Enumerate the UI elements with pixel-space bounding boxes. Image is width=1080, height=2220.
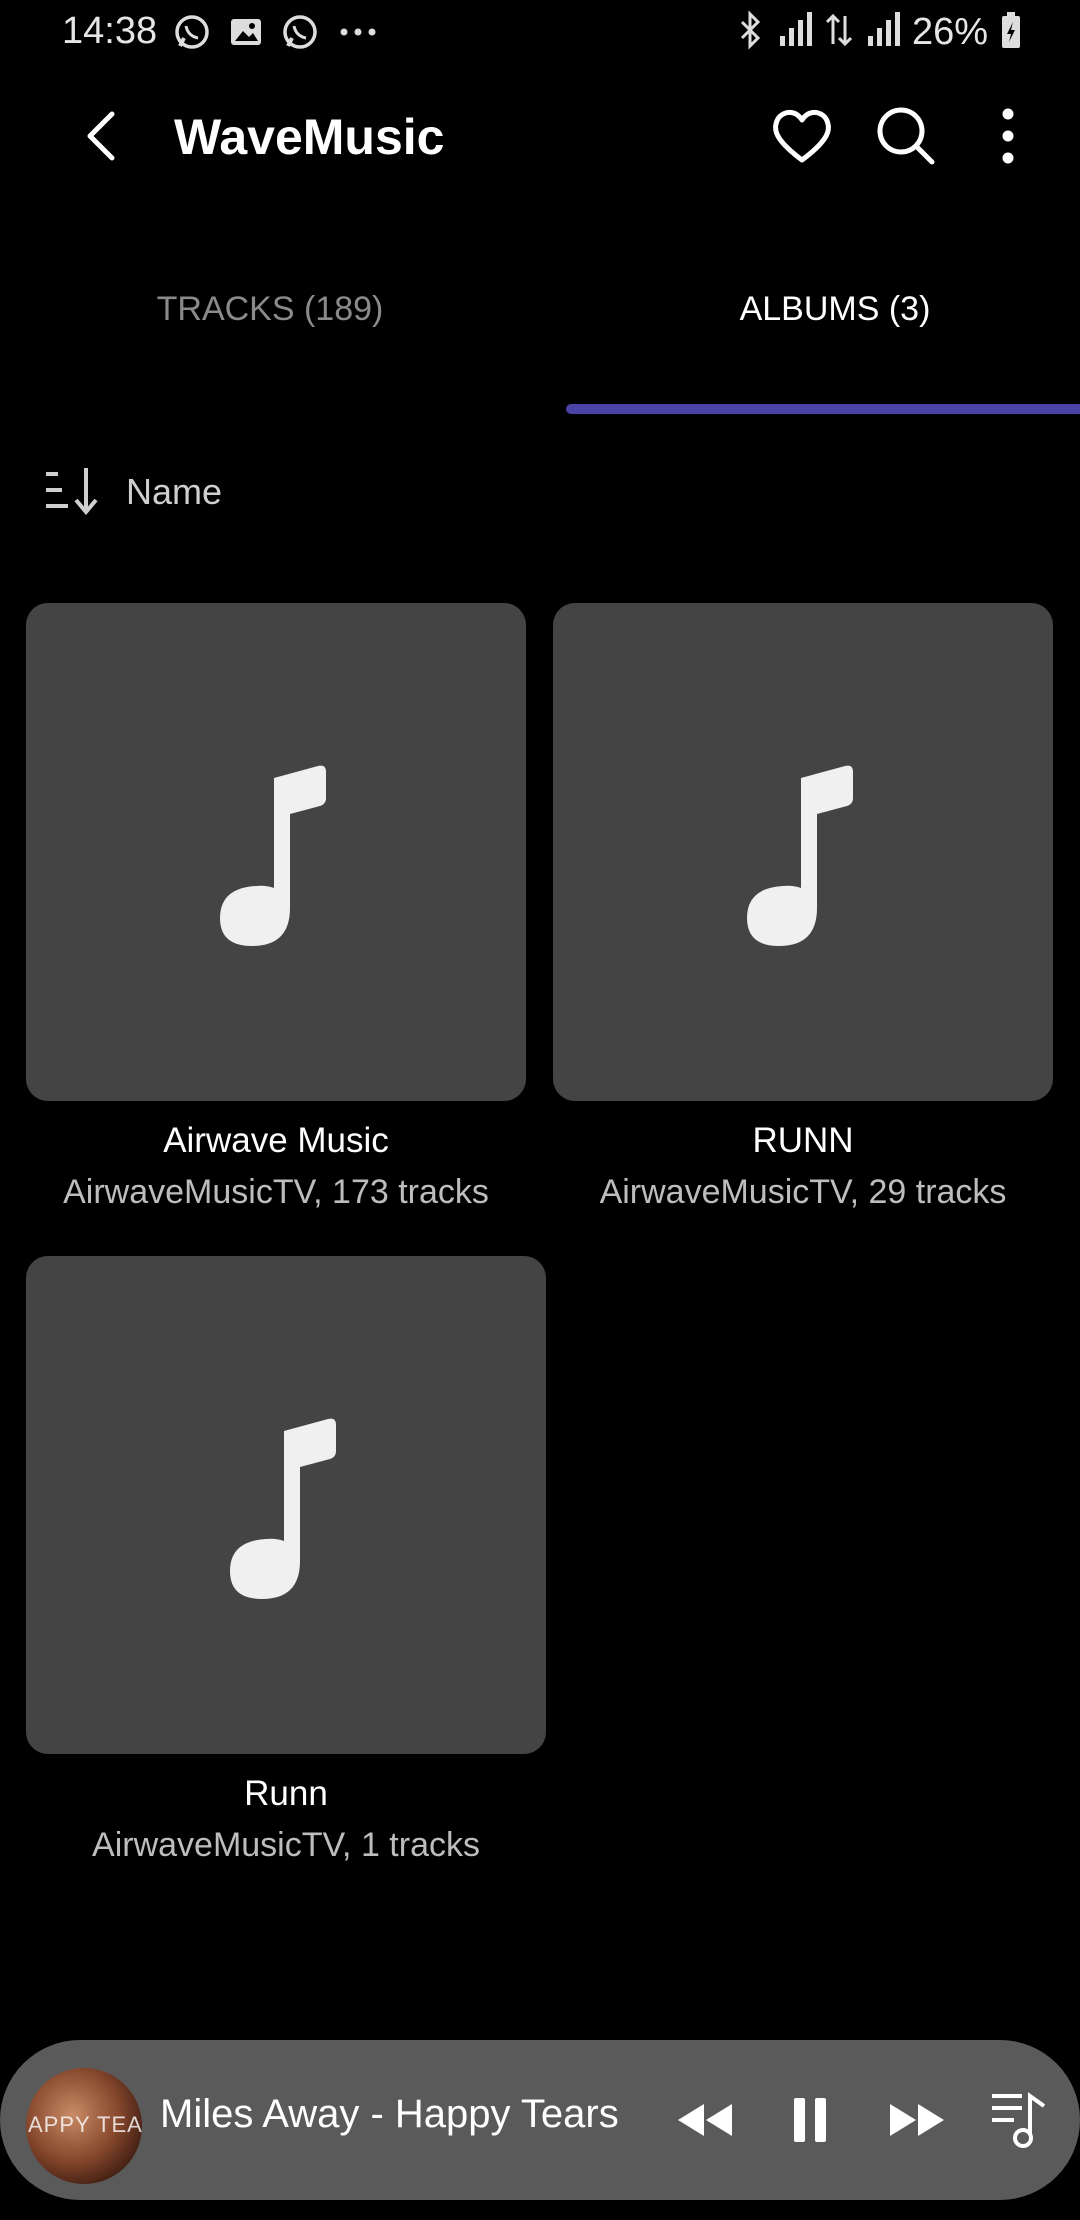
tab-albums[interactable]: ALBUMS (3) <box>540 290 1080 329</box>
album-card[interactable]: RUNN AirwaveMusicTV, 29 tracks <box>553 603 1053 1223</box>
now-playing-title[interactable]: Miles Away - Happy Tears <box>160 2092 619 2137</box>
bluetooth-icon <box>736 10 766 55</box>
album-subtitle: AirwaveMusicTV, 173 tracks <box>63 1173 489 1211</box>
album-art <box>553 603 1053 1101</box>
more-vertical-icon[interactable] <box>988 102 1028 170</box>
sort-icon <box>42 462 100 523</box>
album-subtitle: AirwaveMusicTV, 1 tracks <box>92 1826 480 1864</box>
signal-icon <box>778 10 812 55</box>
image-icon <box>228 14 264 50</box>
whatsapp-icon <box>280 12 320 52</box>
mini-player[interactable]: APPY TEAR Miles Away - Happy Tears <box>0 2040 1080 2200</box>
sort-control[interactable]: Name <box>42 462 222 522</box>
album-card[interactable]: Airwave Music AirwaveMusicTV, 173 tracks <box>26 603 526 1223</box>
album-title: Airwave Music <box>163 1121 389 1160</box>
battery-charging-icon <box>1000 10 1022 55</box>
tab-tracks[interactable]: TRACKS (189) <box>0 290 540 329</box>
tab-indicator <box>566 404 1080 414</box>
queue-music-icon[interactable] <box>990 2084 1050 2157</box>
tab-bar: TRACKS (189) ALBUMS (3) <box>0 250 1080 414</box>
album-art <box>26 1256 546 1754</box>
battery-percent: 26% <box>911 11 988 53</box>
album-subtitle: AirwaveMusicTV, 29 tracks <box>599 1173 1007 1211</box>
sort-label: Name <box>126 471 223 512</box>
heart-icon[interactable] <box>768 102 836 170</box>
fast-forward-icon[interactable] <box>888 2090 946 2155</box>
music-note-icon <box>747 765 853 946</box>
app-bar: WaveMusic <box>0 90 1080 186</box>
album-art <box>26 603 526 1101</box>
album-card[interactable]: Runn AirwaveMusicTV, 1 tracks <box>26 1256 546 1876</box>
rewind-icon[interactable] <box>676 2090 734 2155</box>
more-notifications-icon <box>336 12 380 52</box>
album-title: Runn <box>244 1774 328 1813</box>
thumbnail-text: APPY TEAR <box>28 2112 142 2137</box>
album-title: RUNN <box>752 1121 854 1160</box>
now-playing-thumbnail: APPY TEAR <box>26 2068 142 2184</box>
status-time: 14:38 <box>62 10 158 52</box>
whatsapp-icon <box>172 12 212 52</box>
status-bar: 14:38 26% <box>0 0 1080 64</box>
back-arrow-icon[interactable] <box>72 104 136 168</box>
data-arrows-icon <box>824 10 854 55</box>
page-title: WaveMusic <box>174 109 445 165</box>
search-icon[interactable] <box>872 102 940 170</box>
signal-icon <box>866 10 900 55</box>
music-note-icon <box>230 1418 336 1599</box>
music-note-icon <box>220 765 326 946</box>
pause-icon[interactable] <box>790 2090 830 2155</box>
